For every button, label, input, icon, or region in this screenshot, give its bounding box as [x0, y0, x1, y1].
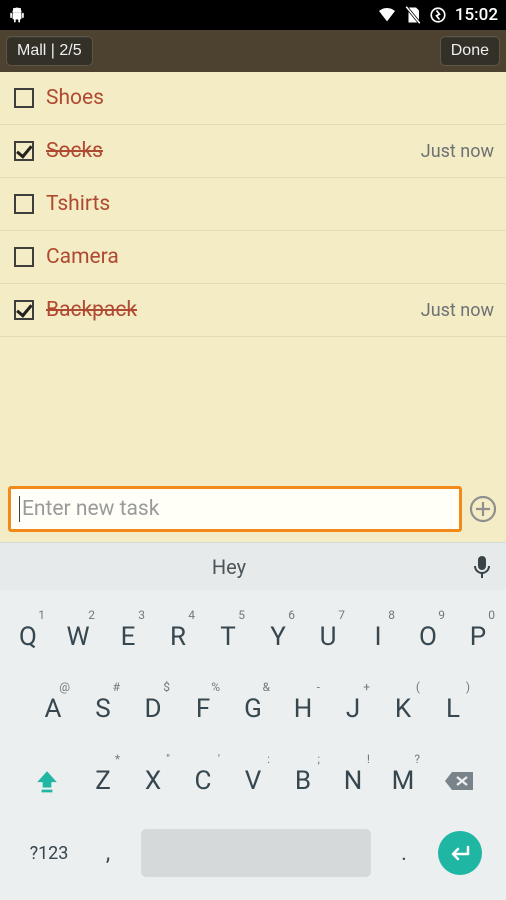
enter-key[interactable]	[432, 822, 488, 884]
task-checkbox[interactable]	[14, 88, 34, 108]
content-area: Shoes Socks Just now Tshirts Camera Backpack J…	[0, 72, 506, 542]
add-task-button[interactable]	[466, 492, 500, 526]
entry-row: Enter new task	[0, 478, 506, 542]
task-label: Backpack	[46, 298, 137, 322]
android-icon	[8, 6, 26, 24]
symbols-key[interactable]: ?123	[18, 822, 80, 884]
key-b[interactable]: B;	[281, 750, 325, 812]
key-g[interactable]: G&	[231, 678, 275, 740]
key-m[interactable]: M?	[381, 750, 425, 812]
key-p[interactable]: P0	[456, 606, 500, 668]
key-v[interactable]: V:	[231, 750, 275, 812]
new-task-placeholder: Enter new task	[22, 497, 159, 521]
suggestion-text[interactable]: Hey	[0, 555, 458, 579]
key-f[interactable]: F%	[181, 678, 225, 740]
no-sim-icon	[405, 6, 421, 24]
keyboard: Q1W2E3R4T5Y6U7I8O9P0 A@S#D$F%G&H-J+K(L) …	[0, 590, 506, 900]
key-k[interactable]: K(	[381, 678, 425, 740]
key-j[interactable]: J+	[331, 678, 375, 740]
key-e[interactable]: E3	[106, 606, 150, 668]
key-n[interactable]: N!	[331, 750, 375, 812]
task-time: Just now	[421, 300, 494, 321]
app-header: Mall | 2/5 Done	[0, 30, 506, 72]
done-button[interactable]: Done	[440, 36, 500, 66]
task-checkbox[interactable]	[14, 300, 34, 320]
task-time: Just now	[421, 141, 494, 162]
key-l[interactable]: L)	[431, 678, 475, 740]
list-title-button[interactable]: Mall | 2/5	[6, 36, 93, 66]
task-checkbox[interactable]	[14, 247, 34, 267]
task-label: Camera	[46, 245, 119, 269]
task-label: Shoes	[46, 86, 104, 110]
key-s[interactable]: S#	[81, 678, 125, 740]
key-q[interactable]: Q1	[6, 606, 50, 668]
key-a[interactable]: A@	[31, 678, 75, 740]
task-row[interactable]: Socks Just now	[0, 125, 506, 178]
key-u[interactable]: U7	[306, 606, 350, 668]
status-bar: 15:02	[0, 0, 506, 30]
key-h[interactable]: H-	[281, 678, 325, 740]
task-label: Socks	[46, 139, 103, 163]
task-row[interactable]: Shoes	[0, 72, 506, 125]
wifi-icon	[377, 7, 397, 23]
period-key[interactable]: .	[382, 822, 426, 884]
key-z[interactable]: Z*	[81, 750, 125, 812]
key-o[interactable]: O9	[406, 606, 450, 668]
power-icon	[429, 6, 447, 24]
suggestion-bar: Hey	[0, 542, 506, 590]
space-key[interactable]	[141, 829, 371, 877]
mic-button[interactable]	[458, 555, 506, 579]
key-y[interactable]: Y6	[256, 606, 300, 668]
key-d[interactable]: D$	[131, 678, 175, 740]
task-label: Tshirts	[46, 192, 110, 216]
new-task-input[interactable]: Enter new task	[8, 486, 462, 532]
key-i[interactable]: I8	[356, 606, 400, 668]
key-t[interactable]: T5	[206, 606, 250, 668]
task-checkbox[interactable]	[14, 194, 34, 214]
status-time: 15:02	[455, 5, 498, 25]
task-row[interactable]: Camera	[0, 231, 506, 284]
task-row[interactable]: Backpack Just now	[0, 284, 506, 337]
task-list: Shoes Socks Just now Tshirts Camera Backpack J…	[0, 72, 506, 478]
task-checkbox[interactable]	[14, 141, 34, 161]
backspace-key[interactable]	[431, 750, 487, 812]
key-c[interactable]: C'	[181, 750, 225, 812]
key-x[interactable]: X"	[131, 750, 175, 812]
key-w[interactable]: W2	[56, 606, 100, 668]
task-row[interactable]: Tshirts	[0, 178, 506, 231]
key-r[interactable]: R4	[156, 606, 200, 668]
shift-key[interactable]	[19, 750, 75, 812]
comma-key[interactable]: ,	[86, 822, 130, 884]
